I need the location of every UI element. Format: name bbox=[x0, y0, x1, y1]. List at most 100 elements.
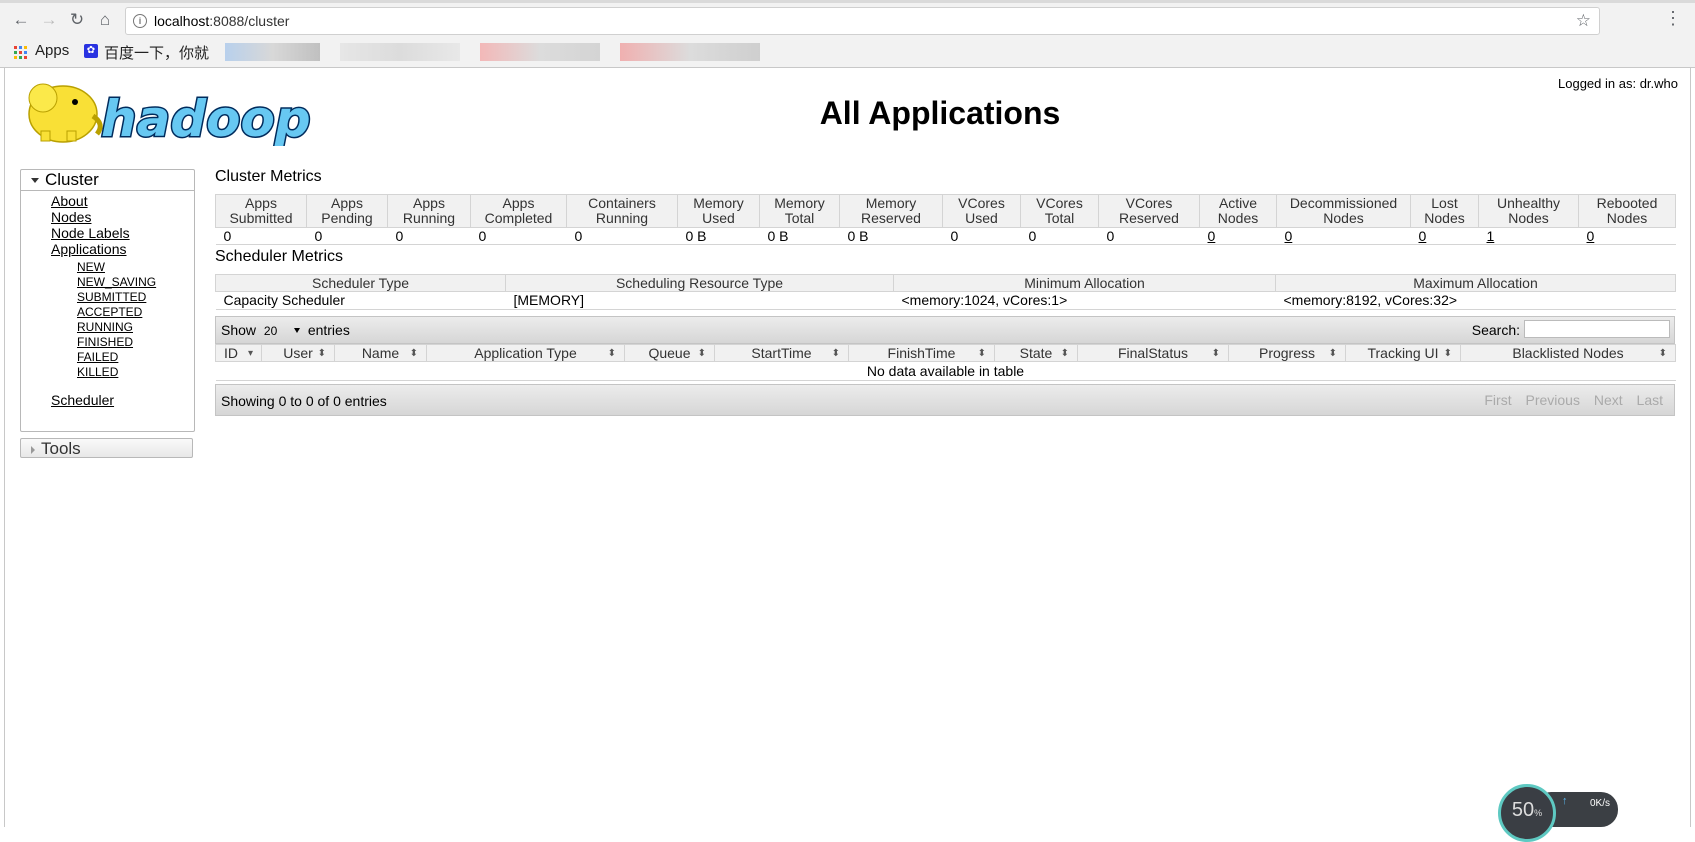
sidebar-item-nodes[interactable]: Nodes bbox=[51, 209, 91, 225]
sort-both-icon: ⬍ bbox=[317, 348, 326, 359]
chevron-down-icon bbox=[31, 178, 39, 184]
show-label: Show bbox=[221, 322, 257, 338]
column-header-sortable[interactable]: FinalStatus ⬍ bbox=[1077, 344, 1229, 362]
sidebar-state-new[interactable]: NEW bbox=[77, 260, 105, 274]
sidebar-item-about[interactable]: About bbox=[51, 193, 88, 209]
blurred-bookmark[interactable] bbox=[620, 43, 760, 61]
metric-link[interactable]: 0 bbox=[1587, 228, 1595, 244]
sidebar-state-submitted[interactable]: SUBMITTED bbox=[77, 290, 146, 304]
forward-icon[interactable]: → bbox=[38, 9, 60, 31]
tools-label: Tools bbox=[41, 439, 81, 458]
browser-menu-icon[interactable]: ⋮ bbox=[1664, 8, 1682, 29]
metric-link[interactable]: 0 bbox=[1208, 228, 1216, 244]
metric-link[interactable]: 0 bbox=[1285, 228, 1293, 244]
sidebar-state-failed[interactable]: FAILED bbox=[77, 350, 118, 364]
column-header-sortable[interactable]: State ⬍ bbox=[994, 344, 1078, 362]
table-row: Capacity Scheduler [MEMORY] <memory:1024… bbox=[215, 291, 1676, 310]
metric-value: 0 B bbox=[677, 227, 760, 245]
entries-label: entries bbox=[307, 322, 350, 338]
sidebar-state-accepted[interactable]: ACCEPTED bbox=[77, 305, 142, 319]
column-header-sortable[interactable]: Queue ⬍ bbox=[624, 344, 715, 362]
length-control: Show 20 entries bbox=[221, 322, 350, 338]
url-text: localhost:8088/cluster bbox=[154, 13, 290, 29]
logged-in-user: Logged in as: dr.who bbox=[1558, 76, 1678, 91]
metric-value[interactable]: 1 bbox=[1478, 227, 1579, 245]
sort-desc-icon: ▾ bbox=[247, 348, 253, 359]
home-icon[interactable]: ⌂ bbox=[94, 9, 116, 31]
metric-value[interactable]: 0 bbox=[1410, 227, 1479, 245]
sort-both-icon: ⬍ bbox=[1060, 348, 1069, 359]
column-header-sortable[interactable]: Blacklisted Nodes ⬍ bbox=[1460, 344, 1676, 362]
reload-icon[interactable]: ↻ bbox=[66, 9, 88, 31]
metric-value: 0 bbox=[566, 227, 678, 245]
metric-header: Memory Reserved bbox=[839, 194, 943, 228]
baidu-paw-icon[interactable]: ✿ bbox=[84, 44, 98, 58]
cluster-metrics-title: Cluster Metrics bbox=[215, 168, 322, 185]
metric-header: Unhealthy Nodes bbox=[1478, 194, 1579, 228]
column-header-sortable[interactable]: User ⬍ bbox=[261, 344, 335, 362]
column-header-sortable[interactable]: Application Type ⬍ bbox=[426, 344, 625, 362]
pager-next-button[interactable]: Next bbox=[1589, 390, 1628, 410]
sort-both-icon: ⬍ bbox=[697, 348, 706, 359]
bookmark-baidu[interactable]: 百度一下，你就 bbox=[104, 42, 209, 63]
blurred-bookmark[interactable] bbox=[480, 43, 600, 61]
column-header-sortable[interactable]: Tracking UI ⬍ bbox=[1345, 344, 1461, 362]
cluster-toggle[interactable]: Cluster bbox=[21, 170, 194, 191]
apps-grid-icon[interactable] bbox=[14, 46, 27, 59]
metric-value[interactable]: 0 bbox=[1199, 227, 1277, 245]
column-header-sortable[interactable]: StartTime ⬍ bbox=[714, 344, 849, 362]
bookmark-apps[interactable]: Apps bbox=[35, 42, 69, 59]
sort-both-icon: ⬍ bbox=[1443, 348, 1452, 359]
hadoop-logo[interactable]: hadoop bbox=[23, 76, 323, 146]
bookmark-star-icon[interactable]: ☆ bbox=[1576, 8, 1591, 34]
column-header-sortable[interactable]: Progress ⬍ bbox=[1228, 344, 1346, 362]
blurred-bookmark[interactable] bbox=[225, 43, 320, 61]
upload-arrow-icon: ↑ bbox=[1562, 795, 1568, 807]
sidebar-state-running[interactable]: RUNNING bbox=[77, 320, 133, 334]
metric-value: 0 B bbox=[839, 227, 943, 245]
address-bar[interactable]: i localhost:8088/cluster ☆ bbox=[125, 7, 1600, 35]
sidebar-state-finished[interactable]: FINISHED bbox=[77, 335, 133, 349]
metric-value: 0 bbox=[1020, 227, 1099, 245]
column-header-sortable[interactable]: Name ⬍ bbox=[334, 344, 427, 362]
cluster-metrics-table: Apps Submitted Apps Pending Apps Running Apps C… bbox=[215, 194, 1676, 245]
scheduler-cell: <memory:1024, vCores:1> bbox=[893, 291, 1276, 310]
network-speed-widget[interactable]: 50% ↑ 0K/s bbox=[1498, 784, 1618, 842]
metric-value[interactable]: 0 bbox=[1578, 227, 1676, 245]
sidebar-item-node-labels[interactable]: Node Labels bbox=[51, 225, 130, 241]
metric-header: Active Nodes bbox=[1199, 194, 1277, 228]
metric-header: Memory Used bbox=[677, 194, 760, 228]
site-info-icon[interactable]: i bbox=[133, 14, 147, 28]
metric-header: VCores Used bbox=[942, 194, 1021, 228]
scheduler-cell: Capacity Scheduler bbox=[215, 291, 506, 310]
pager-last-button[interactable]: Last bbox=[1632, 390, 1668, 410]
sidebar-state-killed[interactable]: KILLED bbox=[77, 365, 118, 379]
table-row: No data available in table bbox=[215, 361, 1676, 381]
sidebar-tools[interactable]: Tools bbox=[20, 438, 193, 458]
table-info: Showing 0 to 0 of 0 entries bbox=[221, 393, 387, 409]
sidebar-item-applications[interactable]: Applications bbox=[51, 241, 127, 257]
blurred-bookmark[interactable] bbox=[340, 43, 460, 61]
column-header-sortable[interactable]: ID ▾ bbox=[215, 344, 262, 362]
scheduler-cell: <memory:8192, vCores:32> bbox=[1275, 291, 1676, 310]
sort-both-icon: ⬍ bbox=[831, 348, 840, 359]
speed-gauge: 50% bbox=[1498, 784, 1556, 842]
pager-previous-button[interactable]: Previous bbox=[1520, 390, 1584, 410]
metric-header: VCores Total bbox=[1020, 194, 1099, 228]
pager-first-button[interactable]: First bbox=[1479, 390, 1516, 410]
search-input[interactable] bbox=[1524, 320, 1670, 338]
metric-value[interactable]: 0 bbox=[1276, 227, 1411, 245]
sort-both-icon: ⬍ bbox=[1211, 348, 1220, 359]
back-icon[interactable]: ← bbox=[10, 9, 32, 31]
entries-select[interactable]: 20 bbox=[264, 324, 300, 338]
speed-rate: 0K/s bbox=[1590, 798, 1611, 809]
page-content: hadoop All Applications Logged in as: dr… bbox=[4, 68, 1691, 827]
sidebar-state-new-saving[interactable]: NEW_SAVING bbox=[77, 275, 156, 289]
metric-header: Apps Running bbox=[387, 194, 471, 228]
metric-link[interactable]: 1 bbox=[1487, 228, 1495, 244]
column-header-sortable[interactable]: FinishTime ⬍ bbox=[848, 344, 995, 362]
metric-link[interactable]: 0 bbox=[1419, 228, 1427, 244]
sidebar-item-scheduler[interactable]: Scheduler bbox=[51, 392, 114, 408]
metric-header: Containers Running bbox=[566, 194, 678, 228]
scheduler-header: Maximum Allocation bbox=[1275, 274, 1676, 292]
